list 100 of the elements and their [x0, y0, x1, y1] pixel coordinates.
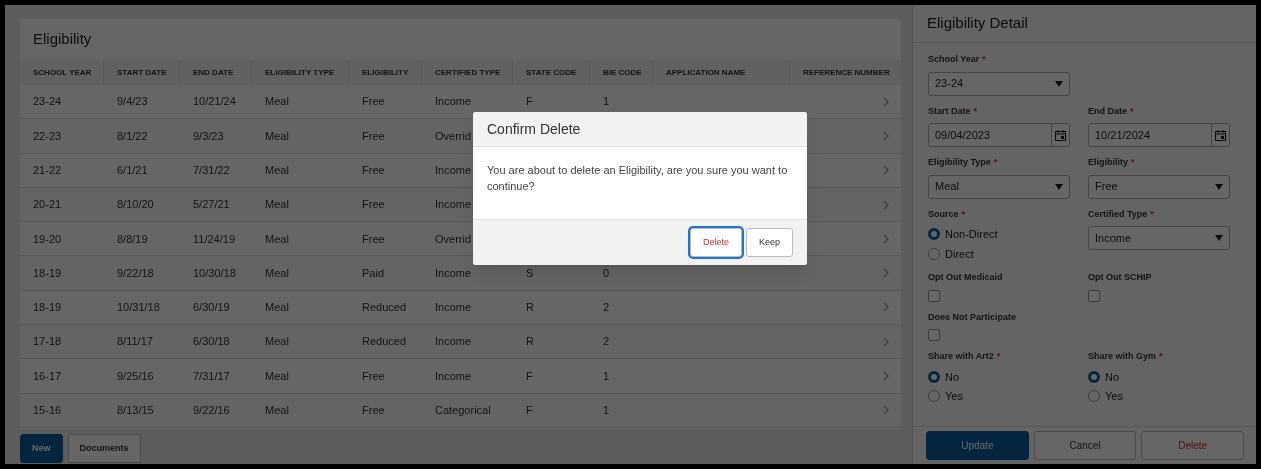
chevron-right-icon[interactable] — [883, 130, 889, 141]
action-button[interactable]: Documents — [67, 434, 141, 463]
dialog-button[interactable]: Delete — [689, 228, 742, 257]
table-cell: 10/30/18 — [193, 266, 236, 279]
chevron-right-icon[interactable] — [883, 371, 889, 381]
required-mark: * — [1131, 156, 1135, 169]
checkbox[interactable] — [1088, 289, 1100, 302]
table-cell: Free — [362, 95, 385, 108]
field-label: Certified Type — [1088, 207, 1148, 221]
table-cell: Free — [362, 232, 385, 245]
select-field[interactable]: Income — [1088, 226, 1230, 250]
required-mark: * — [961, 207, 966, 221]
action-button[interactable]: New — [20, 434, 63, 463]
table-cell: 8/13/15 — [117, 404, 154, 417]
chevron-right-icon[interactable] — [883, 268, 889, 279]
table-cell: 21-22 — [33, 164, 62, 176]
table-cell: 6/30/18 — [193, 335, 230, 348]
chevron-right-icon[interactable] — [883, 96, 889, 107]
date-field[interactable]: 09/04/2023 — [928, 123, 1070, 147]
table-cell: Income — [435, 266, 472, 279]
caret-icon — [1055, 80, 1063, 87]
field-label: Opt Out Medicaid — [928, 271, 1003, 284]
field-label: Start Date — [928, 104, 971, 118]
radio-button[interactable] — [928, 247, 940, 260]
table-cell: 8/8/19 — [117, 232, 148, 245]
dialog-title: Confirm Delete — [473, 112, 807, 147]
chevron-right-icon[interactable] — [883, 302, 889, 313]
table-cell: 7/31/17 — [193, 369, 230, 382]
radio-label: No — [1105, 369, 1120, 385]
chevron-right-icon[interactable] — [883, 165, 889, 176]
checkbox[interactable] — [928, 289, 940, 302]
field-label: Source — [928, 207, 959, 221]
select-field[interactable]: Free — [1088, 174, 1230, 199]
chevron-right-icon[interactable] — [883, 199, 889, 210]
required-mark: * — [1150, 207, 1154, 221]
field-label: School Year — [928, 53, 980, 66]
table-cell: Income — [435, 164, 472, 176]
action-button[interactable]: Cancel — [1033, 431, 1137, 460]
table-cell: Free — [362, 404, 385, 417]
checkbox[interactable] — [928, 329, 940, 341]
table-cell: Meal — [265, 335, 289, 348]
radio-button[interactable] — [1088, 370, 1100, 383]
table-cell: Overrid — [435, 129, 472, 142]
table-cell: 6/1/21 — [117, 164, 148, 176]
field-label: Does Not Participate — [928, 310, 1017, 324]
table-cell: Income — [435, 335, 472, 348]
radio-label: Non-Direct — [945, 227, 998, 242]
table-cell: Overrid — [435, 232, 472, 245]
radio-button[interactable] — [928, 370, 940, 383]
radio-label: Direct — [945, 246, 974, 262]
table-cell: Income — [435, 95, 472, 108]
table-cell: Categorical — [435, 404, 491, 417]
calendar-icon[interactable] — [1215, 129, 1226, 141]
action-button[interactable]: Delete — [1141, 431, 1244, 460]
calendar-icon[interactable] — [1055, 129, 1066, 141]
required-mark: * — [1159, 350, 1163, 363]
table-cell: 9/4/23 — [117, 95, 148, 108]
table-cell: 16-17 — [33, 369, 62, 382]
caret-icon — [1215, 235, 1223, 241]
select-field[interactable]: 23-24 — [928, 71, 1070, 96]
date-field[interactable]: 10/21/2024 — [1088, 123, 1230, 147]
table-cell: Reduced — [362, 301, 407, 314]
table-cell: Meal — [265, 95, 289, 108]
table-cell: S — [526, 266, 534, 279]
table-cell: 10/21/24 — [193, 95, 236, 108]
dialog-button[interactable]: Keep — [745, 228, 793, 257]
table-cell: 20-21 — [33, 198, 62, 211]
table-cell: 10/31/18 — [117, 301, 160, 314]
table-cell: 1 — [603, 369, 610, 382]
table-cell: 8/11/17 — [117, 335, 153, 348]
table-cell: Meal — [265, 404, 289, 417]
table-cell: 8/1/22 — [117, 129, 148, 142]
panel-title: Eligibility — [32, 29, 93, 50]
table-cell: F — [526, 95, 533, 108]
radio-button[interactable] — [928, 390, 940, 403]
table-cell: Free — [362, 164, 385, 176]
required-mark: * — [982, 53, 986, 66]
chevron-right-icon[interactable] — [883, 336, 889, 347]
table-cell: 0 — [603, 266, 610, 279]
table-cell: 23-24 — [33, 95, 62, 108]
chevron-right-icon[interactable] — [883, 233, 889, 244]
table-cell: R — [526, 301, 534, 314]
action-button[interactable]: Update — [926, 431, 1029, 460]
radio-button[interactable] — [928, 228, 940, 241]
table-cell: 18-19 — [33, 266, 62, 279]
table-cell: Income — [435, 301, 472, 314]
chevron-right-icon[interactable] — [883, 405, 889, 416]
table-cell: 9/22/16 — [193, 404, 230, 417]
radio-button[interactable] — [1088, 390, 1100, 403]
required-mark: * — [996, 350, 1001, 363]
field-label: Opt Out SCHIP — [1088, 271, 1152, 284]
radio-label: Yes — [1105, 389, 1123, 404]
table-cell: Paid — [362, 266, 385, 279]
table-cell: 15-16 — [33, 404, 62, 417]
table-cell: Free — [362, 129, 385, 142]
table-cell: Meal — [265, 232, 289, 245]
select-field[interactable]: Meal — [928, 174, 1070, 199]
field-label: Share with Art2 — [928, 350, 994, 363]
table-cell: Meal — [265, 301, 289, 314]
caret-icon — [1055, 183, 1063, 190]
